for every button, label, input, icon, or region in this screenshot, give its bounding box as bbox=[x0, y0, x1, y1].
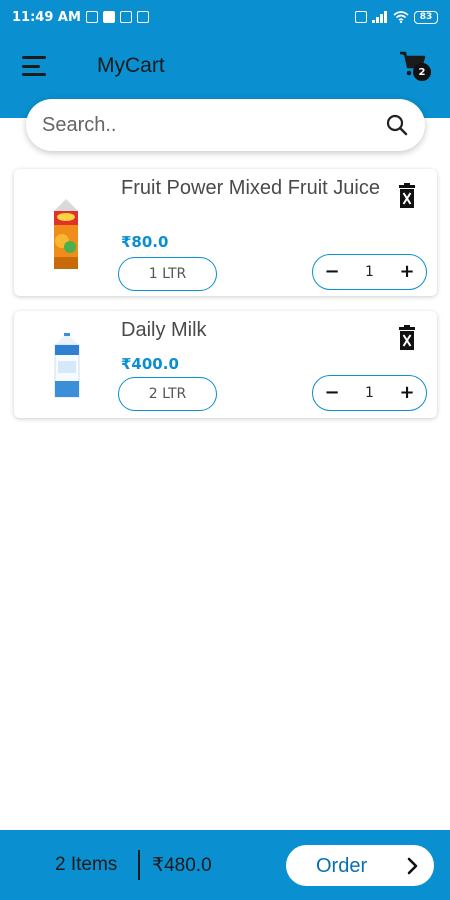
menu-line bbox=[22, 56, 46, 59]
order-button[interactable]: Order bbox=[286, 845, 434, 886]
increment-button[interactable]: + bbox=[398, 263, 416, 281]
search-bar bbox=[26, 99, 425, 151]
quantity-value: 1 bbox=[365, 385, 374, 401]
product-name: Daily Milk bbox=[121, 319, 207, 341]
delete-icon[interactable] bbox=[396, 183, 418, 209]
decrement-button[interactable]: − bbox=[323, 263, 341, 281]
mail-notification-icon bbox=[136, 11, 149, 23]
product-price: ₹400.0 bbox=[121, 355, 179, 373]
status-right: 83 bbox=[355, 10, 438, 24]
page-title: MyCart bbox=[97, 54, 165, 77]
wifi-icon bbox=[393, 11, 409, 23]
app-notification-icon bbox=[102, 11, 115, 23]
battery-icon: 83 bbox=[414, 10, 438, 24]
notification-icon bbox=[85, 11, 98, 23]
cart-button[interactable]: 2 bbox=[398, 49, 432, 83]
quantity-value: 1 bbox=[365, 264, 374, 280]
chevron-right-icon bbox=[407, 857, 418, 875]
cart-item-card: Fruit Power Mixed Fruit Juice ₹80.0 1 LT… bbox=[14, 169, 437, 296]
quantity-stepper: − 1 + bbox=[312, 375, 427, 411]
menu-icon[interactable] bbox=[22, 56, 48, 76]
increment-button[interactable]: + bbox=[398, 384, 416, 402]
cart-item-card: Daily Milk ₹400.0 2 LTR − 1 + bbox=[14, 311, 437, 418]
search-input[interactable] bbox=[42, 113, 385, 137]
juice-product-image bbox=[54, 199, 78, 269]
order-button-label: Order bbox=[316, 855, 368, 877]
variant-selector[interactable]: 2 LTR bbox=[118, 377, 217, 411]
decrement-button[interactable]: − bbox=[323, 384, 341, 402]
cart-count-badge: 2 bbox=[413, 63, 431, 81]
delete-icon[interactable] bbox=[396, 325, 418, 351]
milk-product-image bbox=[54, 333, 80, 398]
status-bar: 11:49 AM 83 bbox=[0, 0, 450, 34]
search-icon[interactable] bbox=[385, 113, 409, 137]
divider bbox=[138, 850, 140, 880]
menu-line bbox=[22, 73, 46, 76]
status-left: 11:49 AM bbox=[12, 10, 149, 25]
product-price: ₹80.0 bbox=[121, 233, 169, 251]
product-name: Fruit Power Mixed Fruit Juice bbox=[121, 177, 380, 199]
total-amount: ₹480.0 bbox=[152, 855, 212, 876]
signal-icon bbox=[372, 11, 387, 23]
checkout-bar: 2 Items ₹480.0 Order bbox=[0, 830, 450, 900]
menu-line bbox=[22, 64, 40, 68]
variant-selector[interactable]: 1 LTR bbox=[118, 257, 217, 291]
quantity-stepper: − 1 + bbox=[312, 254, 427, 290]
status-time: 11:49 AM bbox=[12, 9, 81, 25]
network-icon bbox=[355, 11, 367, 23]
gallery-notification-icon bbox=[119, 11, 132, 23]
items-count: 2 Items bbox=[55, 854, 118, 875]
